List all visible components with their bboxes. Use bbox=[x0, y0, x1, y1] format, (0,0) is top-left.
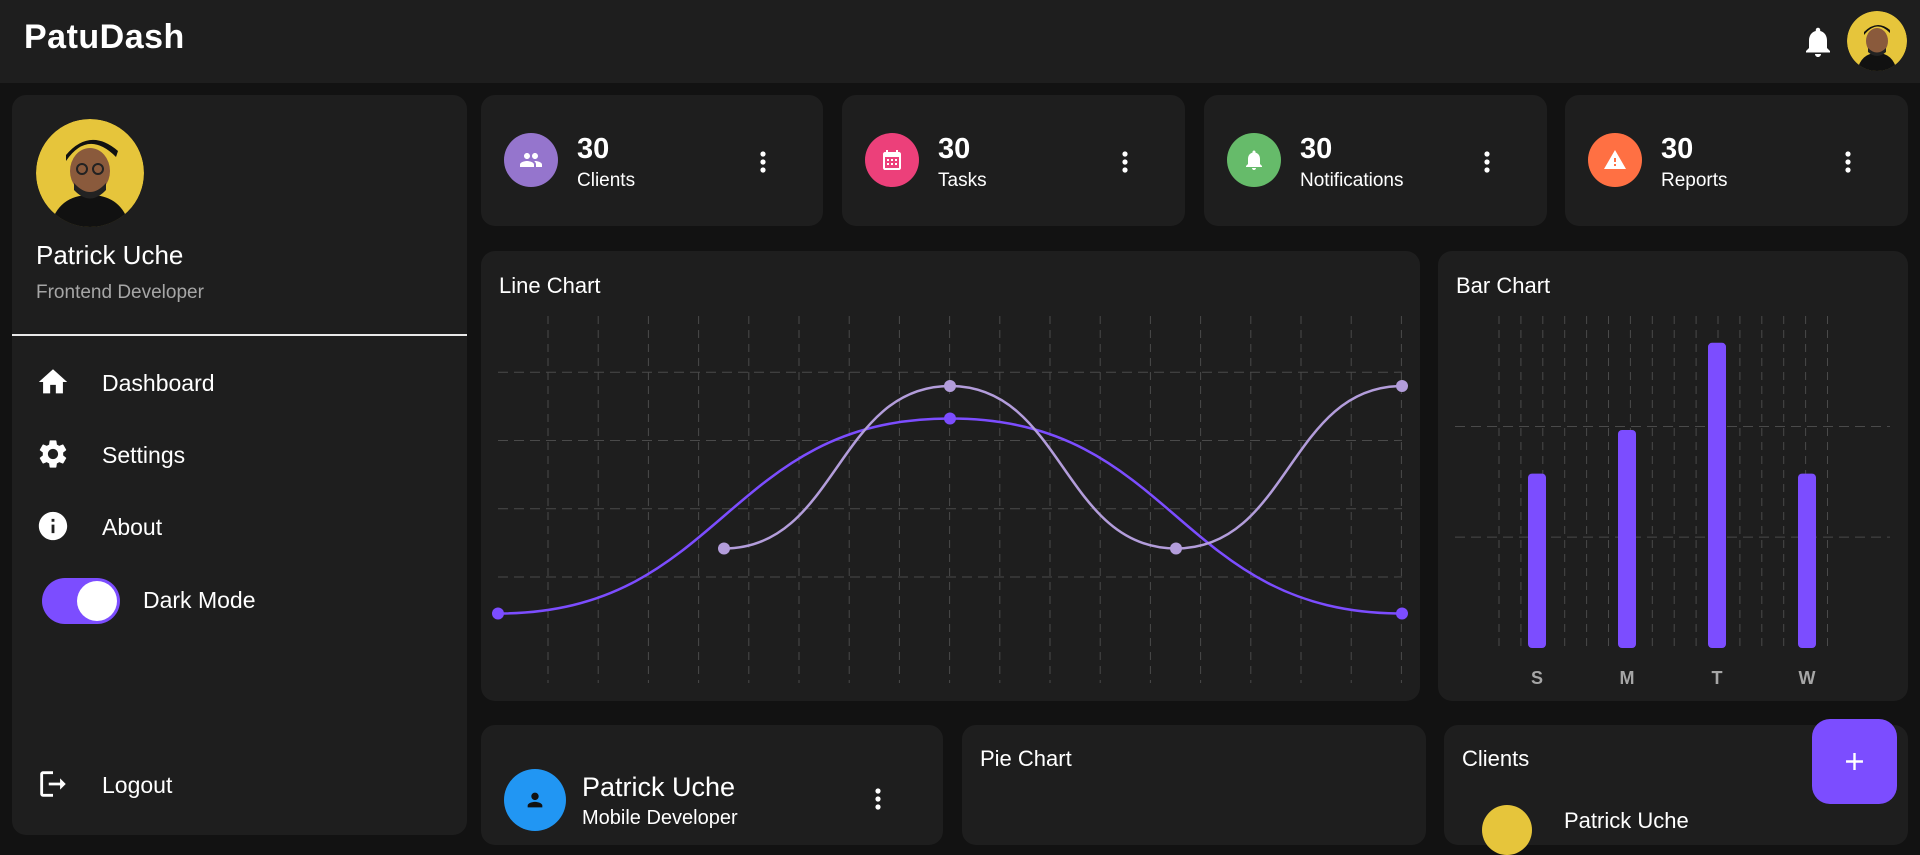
stat-card-tasks[interactable]: 30 Tasks bbox=[842, 95, 1185, 226]
stat-icon-circle bbox=[1227, 133, 1281, 187]
bell-icon bbox=[1246, 150, 1262, 170]
chart-ticks: SMTW bbox=[1531, 668, 1816, 688]
more-vert-icon[interactable] bbox=[1121, 150, 1129, 174]
chart-bars bbox=[1528, 342, 1816, 648]
data-point bbox=[718, 542, 730, 555]
tick-label: W bbox=[1799, 668, 1816, 688]
gear-icon bbox=[39, 440, 67, 468]
line-chart-card: Line Chart bbox=[481, 251, 1420, 701]
sidebar-item-label: Logout bbox=[102, 772, 173, 798]
sidebar-item-dashboard[interactable]: Dashboard bbox=[36, 361, 436, 405]
bar-chart: SMTW bbox=[1455, 316, 1890, 688]
sidebar: Patrick Uche Frontend Developer Dashboar… bbox=[12, 95, 467, 835]
stat-value: 30 bbox=[938, 133, 971, 165]
person-avatar-circle bbox=[504, 769, 566, 831]
bar bbox=[1798, 473, 1816, 648]
sidebar-item-label: Dashboard bbox=[102, 370, 215, 396]
data-point bbox=[944, 380, 956, 392]
stat-card-notifications[interactable]: 30 Notifications bbox=[1204, 95, 1547, 226]
stat-label: Tasks bbox=[938, 170, 987, 191]
pie-chart-title: Pie Chart bbox=[980, 746, 1072, 771]
stat-value: 30 bbox=[1661, 133, 1694, 165]
client-name: Patrick Uche bbox=[1564, 808, 1689, 833]
more-vert-icon[interactable] bbox=[759, 150, 767, 174]
people-icon bbox=[520, 153, 542, 167]
stat-value: 30 bbox=[1300, 133, 1333, 165]
divider bbox=[12, 334, 467, 336]
sidebar-item-logout[interactable]: Logout bbox=[36, 763, 436, 807]
avatar[interactable] bbox=[1847, 11, 1907, 71]
profile-name: Patrick Uche bbox=[36, 240, 184, 270]
more-vert-icon[interactable] bbox=[874, 787, 882, 811]
clients-title: Clients bbox=[1462, 746, 1530, 771]
tick-label: S bbox=[1531, 668, 1543, 688]
sidebar-item-label: About bbox=[102, 514, 163, 540]
more-vert-icon[interactable] bbox=[1844, 150, 1852, 174]
profile-card-role: Mobile Developer bbox=[582, 807, 738, 829]
data-point bbox=[944, 412, 956, 425]
stat-icon-circle bbox=[865, 133, 919, 187]
bar bbox=[1528, 473, 1546, 648]
bar bbox=[1708, 342, 1726, 648]
data-point bbox=[1396, 380, 1408, 392]
person-icon bbox=[527, 792, 543, 808]
stat-card-clients[interactable]: 30 Clients bbox=[481, 95, 823, 226]
info-icon bbox=[38, 511, 68, 541]
calendar-icon bbox=[883, 150, 901, 170]
stat-card-reports[interactable]: 30 Reports bbox=[1565, 95, 1908, 226]
bell-icon[interactable] bbox=[1800, 24, 1836, 60]
tick-label: M bbox=[1620, 668, 1635, 688]
tick-label: T bbox=[1712, 668, 1723, 688]
stat-label: Notifications bbox=[1300, 170, 1404, 191]
add-button[interactable] bbox=[1812, 719, 1897, 804]
stat-icon-circle bbox=[504, 133, 558, 187]
avatar bbox=[36, 119, 144, 227]
sidebar-item-about[interactable]: About bbox=[36, 505, 436, 549]
profile-card-name: Patrick Uche bbox=[582, 772, 736, 802]
avatar bbox=[1482, 805, 1532, 855]
chart-grid bbox=[1455, 316, 1890, 651]
bar bbox=[1618, 430, 1636, 648]
home-icon bbox=[38, 369, 68, 394]
dark-mode-label: Dark Mode bbox=[143, 587, 256, 613]
data-point bbox=[492, 607, 504, 620]
stat-label: Clients bbox=[577, 170, 636, 191]
data-point bbox=[1170, 542, 1182, 555]
bar-chart-card: Bar Chart SMTW bbox=[1438, 251, 1908, 701]
more-vert-icon[interactable] bbox=[1483, 150, 1491, 174]
profile-card[interactable]: Patrick Uche Mobile Developer bbox=[481, 725, 943, 845]
stat-icon-circle bbox=[1588, 133, 1642, 187]
brand-logo[interactable]: PatuDash bbox=[24, 18, 185, 57]
warning-icon bbox=[1604, 150, 1626, 169]
profile-role: Frontend Developer bbox=[36, 282, 204, 303]
logout-icon bbox=[40, 771, 66, 797]
toggle-knob bbox=[77, 581, 117, 621]
sidebar-item-label: Settings bbox=[102, 442, 186, 468]
stat-label: Reports bbox=[1661, 170, 1728, 191]
dark-mode-toggle[interactable] bbox=[42, 578, 120, 624]
line-chart bbox=[492, 316, 1408, 683]
top-app-bar: PatuDash bbox=[0, 0, 1920, 83]
sidebar-item-settings[interactable]: Settings bbox=[36, 433, 436, 477]
pie-chart-card: Pie Chart bbox=[962, 725, 1426, 845]
plus-icon bbox=[1846, 753, 1863, 770]
series-line bbox=[723, 384, 1403, 550]
data-point bbox=[1396, 607, 1408, 620]
stat-value: 30 bbox=[577, 133, 610, 165]
